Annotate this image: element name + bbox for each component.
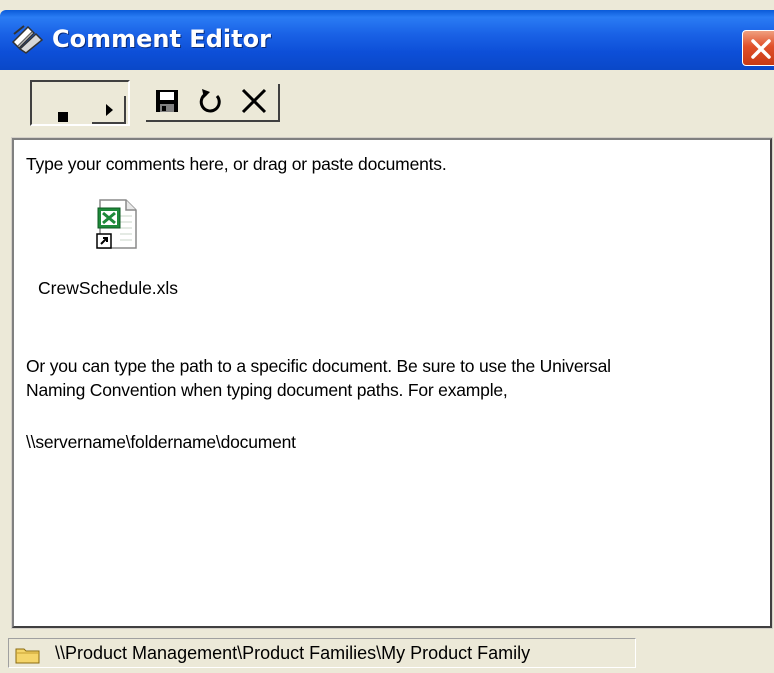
instruction-text-3: Naming Convention when typing document p…	[26, 380, 508, 400]
stop-icon	[58, 112, 68, 122]
save-button[interactable]	[146, 84, 188, 120]
save-icon	[156, 90, 178, 112]
toolbar	[0, 70, 774, 136]
refresh-icon	[199, 89, 221, 113]
attachment-name[interactable]: CrewSchedule.xls	[38, 278, 178, 299]
status-path-panel: \\Product Management\Product Families\My…	[8, 638, 636, 668]
folder-icon	[15, 646, 41, 664]
close-button[interactable]	[742, 30, 774, 66]
instruction-text: Type your comments here, or drag or past…	[26, 154, 447, 174]
delete-button[interactable]	[234, 84, 276, 120]
example-path-text: \\servername\foldername\document	[26, 432, 296, 452]
status-bar: \\Product Management\Product Families\My…	[0, 634, 774, 673]
action-buttons	[146, 84, 280, 122]
excel-document-shortcut-icon[interactable]	[94, 198, 140, 252]
instruction-text-2: Or you can type the path to a specific d…	[26, 356, 611, 376]
right-arrow-icon	[106, 104, 113, 116]
folder-path: \\Product Management\Product Families\My…	[55, 643, 531, 663]
window-title: Comment Editor	[52, 25, 271, 53]
comment-editor-window: Comment Editor Type your comments here, …	[0, 0, 774, 673]
delete-icon	[241, 88, 267, 114]
comment-editor-icon	[10, 24, 46, 54]
navigation-control	[30, 80, 130, 126]
comment-text-area[interactable]: Type your comments here, or drag or past…	[11, 137, 773, 629]
refresh-button[interactable]	[190, 84, 232, 120]
next-button[interactable]	[92, 96, 126, 124]
title-bar[interactable]: Comment Editor	[0, 10, 774, 70]
